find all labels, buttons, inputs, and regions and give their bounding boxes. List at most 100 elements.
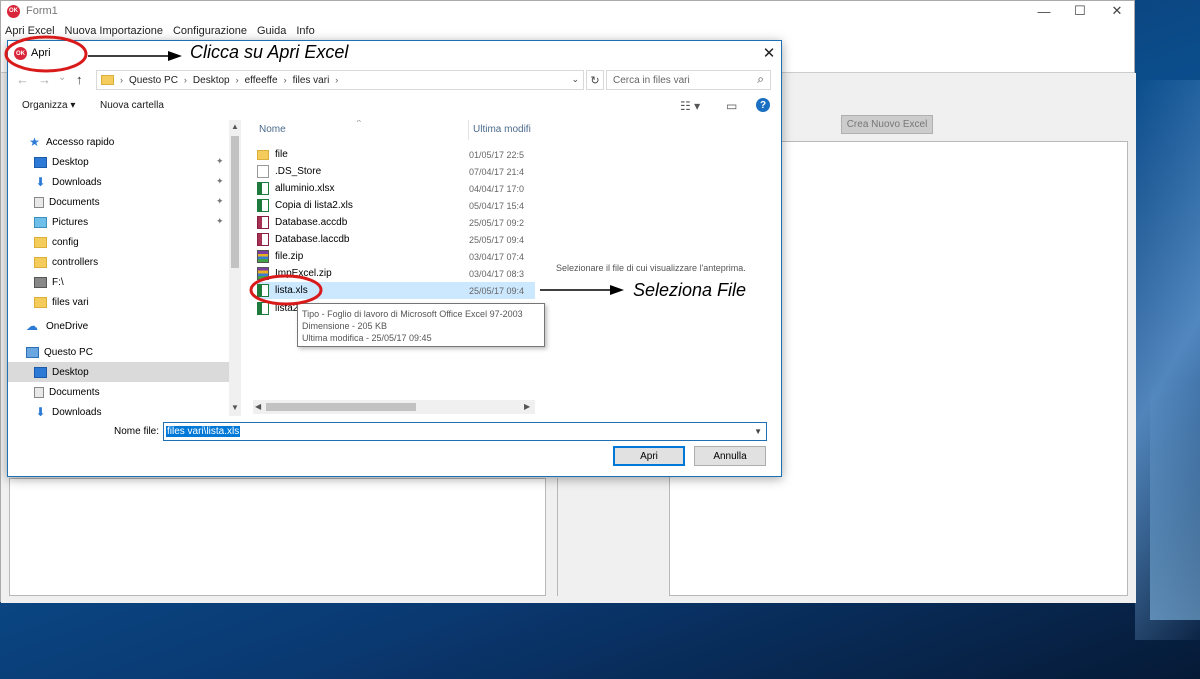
filename-input[interactable]: files vari\lista.xls ▼ [163, 422, 767, 441]
annotation-seleziona-file: Seleziona File [633, 280, 747, 300]
cancel-button[interactable]: Annulla [694, 446, 766, 466]
close-window-button[interactable]: ✕ [1094, 1, 1140, 21]
nav-item-onedrive[interactable]: ☁ OneDrive [8, 316, 229, 336]
menu-configurazione[interactable]: Configurazione [173, 25, 247, 37]
menu-info[interactable]: Info [296, 25, 314, 37]
refresh-button[interactable]: ↻ [586, 70, 604, 90]
file-name: file.zip [275, 251, 304, 262]
file-row[interactable]: alluminio.xlsx 04/04/17 17:0 [257, 180, 535, 197]
help-icon[interactable]: ? [756, 98, 770, 112]
scrollbar-thumb[interactable] [231, 136, 239, 268]
nav-item-documents[interactable]: Documents ✦ [8, 192, 229, 212]
scroll-left-icon[interactable]: ◀ [255, 402, 261, 411]
cloud-icon: ☁ [26, 319, 38, 333]
nav-item-label: F:\ [52, 276, 64, 288]
dialog-title: Apri [31, 47, 51, 59]
chevron-right-icon: › [120, 75, 123, 85]
archive-icon [257, 250, 269, 263]
nav-item-label: OneDrive [46, 320, 89, 332]
folder-icon [257, 149, 269, 160]
nav-item-downloads[interactable]: ⬇ Downloads ✦ [8, 172, 229, 192]
forward-arrow-icon[interactable]: → [38, 72, 51, 87]
app-logo-icon: OK [7, 4, 20, 18]
menu-apri-excel[interactable]: Apri Excel [5, 25, 55, 37]
scrollbar-thumb[interactable] [266, 403, 416, 411]
nav-item-label: Desktop [52, 156, 89, 168]
nav-item-files-vari[interactable]: files vari [8, 292, 229, 312]
nav-item-config[interactable]: config [8, 232, 229, 252]
file-row[interactable]: Database.accdb 25/05/17 09:2 [257, 214, 535, 231]
computer-icon [26, 346, 39, 358]
back-arrow-icon[interactable]: ← [16, 72, 29, 87]
file-date: 03/04/17 07:4 [469, 251, 525, 262]
file-row[interactable]: Copia di lista2.xls 05/04/17 15:4 [257, 197, 535, 214]
recent-locations-icon[interactable]: ⌄ [58, 72, 66, 83]
up-arrow-icon[interactable]: ↑ [76, 72, 83, 87]
breadcrumb-effeeffe[interactable]: effeeffe [245, 75, 278, 86]
dialog-logo-icon: OK [14, 47, 27, 60]
crea-nuovo-excel-button[interactable]: Crea Nuovo Excel [841, 115, 933, 134]
nav-item-documents-pc[interactable]: Documents [8, 382, 229, 402]
nav-item-controllers[interactable]: controllers [8, 252, 229, 272]
file-row[interactable]: ImpExcel.zip 03/04/17 08:3 [257, 265, 535, 282]
excel-file-icon [257, 284, 269, 297]
middle-panel [557, 478, 667, 596]
nav-item-desktop[interactable]: Desktop ✦ [8, 152, 229, 172]
dialog-close-button[interactable]: ✕ [760, 44, 778, 62]
breadcrumb-desktop[interactable]: Desktop [193, 75, 230, 86]
file-list-scrollbar[interactable]: ◀ ▶ [253, 400, 535, 414]
nav-item-desktop-pc[interactable]: Desktop [8, 362, 229, 382]
file-row[interactable]: file 01/05/17 22:5 [257, 146, 535, 163]
organizza-button[interactable]: Organizza ▾ [22, 100, 75, 111]
nav-item-accesso-rapido[interactable]: ★ Accesso rapido [8, 132, 229, 152]
pin-icon: ✦ [216, 156, 224, 166]
drive-icon [34, 276, 47, 288]
nav-item-label: Questo PC [44, 346, 93, 358]
scroll-right-icon[interactable]: ▶ [524, 402, 530, 411]
desktop-icon [34, 366, 47, 378]
file-row[interactable]: .DS_Store 07/04/17 21:4 [257, 163, 535, 180]
nav-item-drive-f[interactable]: F:\ [8, 272, 229, 292]
access-database-icon [257, 216, 269, 229]
nav-item-pictures[interactable]: Pictures ✦ [8, 212, 229, 232]
file-row[interactable]: Database.laccdb 25/05/17 09:4 [257, 231, 535, 248]
column-header-name[interactable]: Nome [259, 124, 286, 135]
nav-item-downloads-pc[interactable]: ⬇ Downloads [8, 402, 229, 417]
file-name: .DS_Store [275, 166, 322, 177]
menu-nuova-importazione[interactable]: Nuova Importazione [65, 25, 163, 37]
command-bar: Organizza ▾ Nuova cartella ☷ ▾ ▭ ? [8, 95, 781, 117]
scroll-down-icon[interactable]: ▼ [231, 403, 239, 412]
column-divider[interactable] [468, 120, 469, 140]
pin-icon: ✦ [216, 176, 224, 186]
view-options-icon[interactable]: ☷ ▾ [680, 99, 700, 113]
tooltip-type: Tipo - Foglio di lavoro di Microsoft Off… [302, 309, 523, 319]
file-name: alluminio.xlsx [275, 183, 335, 194]
breadcrumb-files-vari[interactable]: files vari [293, 75, 330, 86]
nav-item-label: files vari [52, 296, 89, 308]
chevron-down-icon[interactable]: ⌄ [571, 74, 579, 85]
breadcrumb-questo-pc[interactable]: Questo PC [129, 75, 178, 86]
open-button[interactable]: Apri [613, 446, 685, 466]
search-input[interactable]: Cerca in files vari ⌕ [606, 70, 771, 90]
file-name: Copia di lista2.xls [275, 200, 353, 211]
pin-icon: ✦ [216, 196, 224, 206]
search-icon: ⌕ [757, 72, 764, 86]
file-row[interactable]: file.zip 03/04/17 07:4 [257, 248, 535, 265]
file-name: Database.laccdb [275, 234, 350, 245]
menu-guida[interactable]: Guida [257, 25, 286, 37]
star-icon: ★ [29, 135, 40, 149]
preview-pane-icon[interactable]: ▭ [726, 99, 737, 113]
file-name: lista2 [275, 303, 299, 314]
preview-message: Selezionare il file di cui visualizzare … [556, 263, 746, 273]
tooltip-modified: Ultima modifica - 25/05/17 09:45 [302, 333, 432, 343]
desktop-icon [34, 156, 47, 168]
navigation-scrollbar[interactable]: ▲ ▼ [229, 120, 241, 416]
file-row-selected[interactable]: lista.xls 25/05/17 09:4 [257, 282, 535, 299]
nav-item-questo-pc[interactable]: Questo PC [8, 342, 229, 362]
column-header-modified[interactable]: Ultima modifi [473, 124, 531, 135]
nuova-cartella-button[interactable]: Nuova cartella [100, 100, 164, 111]
scroll-up-icon[interactable]: ▲ [231, 122, 239, 131]
chevron-right-icon: › [235, 75, 239, 85]
chevron-down-icon[interactable]: ▼ [754, 427, 762, 436]
address-bar[interactable]: › Questo PC › Desktop › effeeffe › files… [96, 70, 584, 90]
